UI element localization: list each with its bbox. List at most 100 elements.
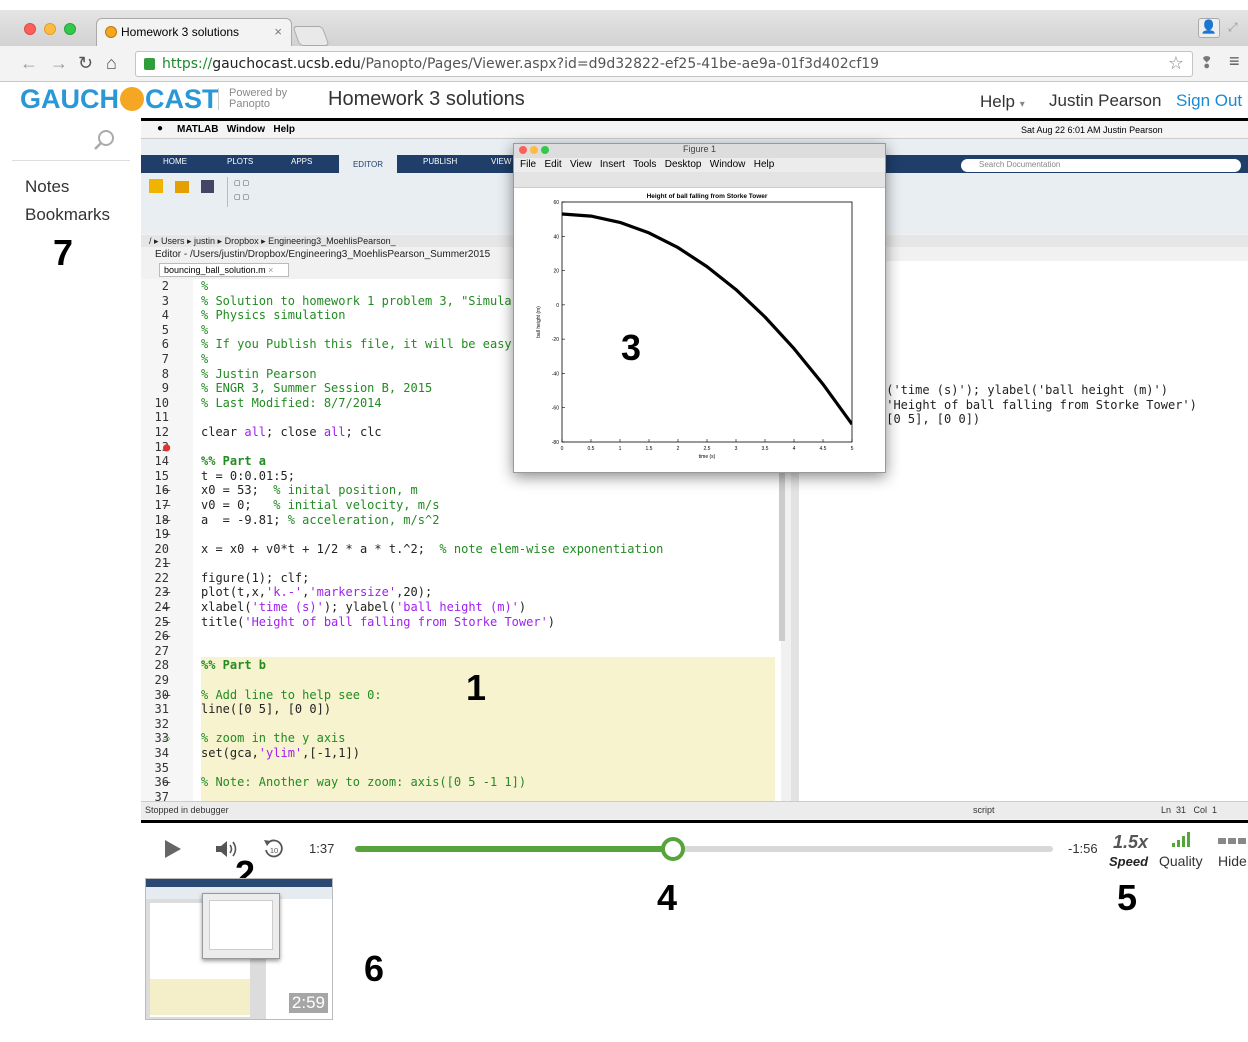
thumbnail-duration: 2:59 (288, 993, 328, 1013)
url-path: /Panopto/Pages/Viewer.aspx?id=d9d32822-e… (360, 56, 880, 72)
editor-path: Editor - /Users/justin/Dropbox/Engineeri… (155, 249, 491, 260)
callout-5: 5 (1117, 877, 1138, 918)
x-tick-label: 2.5 (704, 446, 711, 452)
editor-file-tab[interactable]: bouncing_ball_solution.m × (159, 263, 289, 277)
figure-menu-insert[interactable]: Insert (600, 159, 625, 170)
callout-3: 3 (621, 327, 642, 368)
y-tick-label: -40 (552, 371, 559, 377)
line-markers: ● – – – – – – – – – – ⇨ – (163, 439, 171, 790)
notes-tab[interactable]: Notes (25, 177, 69, 197)
zoom-window-button[interactable] (64, 23, 76, 35)
bookmarks-tab[interactable]: Bookmarks (25, 205, 110, 225)
progress-knob[interactable] (660, 837, 685, 861)
panopto-favicon-icon (105, 26, 117, 38)
profile-icon[interactable]: 👤 (1198, 18, 1220, 38)
x-tick-label: 4 (793, 446, 796, 452)
url-host: gauchocast.ucsb.edu (212, 56, 361, 72)
callout-6: 6 (364, 948, 385, 989)
play-icon[interactable] (163, 838, 183, 860)
bookmark-star-icon[interactable]: ☆ (1168, 53, 1184, 74)
y-tick-label: -60 (552, 406, 559, 412)
close-window-button[interactable] (24, 23, 36, 35)
stream-thumbnail[interactable]: 2:59 (145, 878, 333, 1020)
tab-close-icon[interactable]: × (274, 24, 282, 39)
progress-fill (355, 846, 673, 852)
ball-height-chart: Height of ball falling from Storke Tower… (536, 193, 854, 460)
x-tick-label: 0.5 (588, 446, 595, 452)
help-menu[interactable]: Help ▾ (980, 92, 1025, 112)
y-tick-label: 40 (553, 234, 559, 240)
hide-thumbnails-icon[interactable] (1218, 838, 1248, 846)
browser-tab-bar: Homework 3 solutions × 👤 ⤢ (0, 10, 1248, 46)
search-icon[interactable] (93, 129, 115, 151)
x-tick-label: 5 (851, 446, 854, 452)
gauchocast-logo[interactable]: GAUCH CAST (20, 84, 219, 115)
user-name: Justin Pearson (1049, 91, 1162, 110)
ribbon-tab-home[interactable]: HOME (163, 157, 187, 166)
ribbon-tab-publish[interactable]: PUBLISH (423, 157, 457, 166)
figure-menu-file[interactable]: File (520, 159, 536, 170)
x-tick-label: 3 (735, 446, 738, 452)
ribbon-tab-plots[interactable]: PLOTS (227, 157, 253, 166)
figure-menu-view[interactable]: View (570, 159, 592, 170)
forward-icon[interactable]: → (50, 53, 68, 74)
apple-icon: ● (157, 123, 164, 134)
quality-button[interactable]: Quality (1159, 853, 1203, 869)
quality-signal-icon[interactable] (1172, 832, 1192, 848)
address-bar[interactable]: https://gauchocast.ucsb.edu/Panopto/Page… (135, 51, 1193, 77)
figure-window[interactable]: Figure 1 File Edit View Insert Tools Des… (513, 143, 886, 473)
mac-menubar: ● MATLAB Window Help Sat Aug 22 6:01 AM … (141, 121, 1248, 139)
y-axis-label: ball height (m) (536, 306, 542, 338)
sign-out-link[interactable]: Sign Out (1176, 91, 1242, 111)
x-tick-label: 0 (561, 446, 564, 452)
sidebar-divider (12, 160, 130, 161)
documentation-search[interactable]: Search Documentation (961, 159, 1241, 172)
figure-menu-tools[interactable]: Tools (633, 159, 656, 170)
ribbon-tab-apps[interactable]: APPS (291, 157, 312, 166)
x-tick-label: 2 (677, 446, 680, 452)
video-frame[interactable]: ● MATLAB Window Help Sat Aug 22 6:01 AM … (141, 118, 1248, 823)
figure-plot-area: Height of ball falling from Storke Tower… (514, 188, 885, 472)
browser-tab[interactable]: Homework 3 solutions × (96, 18, 292, 46)
ribbon-tab-view[interactable]: VIEW (491, 157, 511, 166)
lock-icon (144, 58, 155, 70)
x-tick-label: 4.5 (820, 446, 827, 452)
callout-1: 1 (466, 667, 487, 708)
back-icon[interactable]: ← (20, 53, 38, 74)
figure-toolbar[interactable] (514, 172, 885, 188)
y-tick-label: -20 (552, 337, 559, 343)
figure-menu-edit[interactable]: Edit (544, 159, 561, 170)
x-tick-label: 3.5 (762, 446, 769, 452)
figure-menu-desktop[interactable]: Desktop (665, 159, 702, 170)
y-tick-label: -80 (552, 440, 559, 446)
fullscreen-icon[interactable]: ⤢ (1228, 20, 1238, 35)
browser-toolbar: ← → ↻ ⌂ https://gauchocast.ucsb.edu/Pano… (0, 46, 1248, 82)
x-tick-label: 1.5 (646, 446, 653, 452)
figure-menu-help[interactable]: Help (754, 159, 775, 170)
reload-icon[interactable]: ↻ (78, 53, 93, 74)
mac-clock: Sat Aug 22 6:01 AM Justin Pearson (1021, 125, 1163, 135)
plot-axes-box (561, 201, 853, 443)
menu-icon[interactable]: ≡ (1229, 51, 1240, 72)
speed-value[interactable]: 1.5x (1113, 832, 1148, 853)
figure-title-bar: Figure 1 (514, 144, 885, 158)
elapsed-time: 1:37 (309, 841, 335, 856)
new-tab-button[interactable] (292, 26, 330, 46)
home-icon[interactable]: ⌂ (106, 53, 117, 74)
session-title: Homework 3 solutions (328, 88, 525, 110)
ribbon-file-buttons[interactable]: ▢ ▢ ▢ ▢ (149, 177, 369, 219)
rewind-10-icon[interactable]: 10 (262, 837, 286, 861)
svg-text:10: 10 (270, 846, 278, 855)
figure-menu: File Edit View Insert Tools Desktop Wind… (514, 158, 885, 172)
y-tick-label: 0 (556, 303, 559, 309)
matlab-status-bar: Stopped in debugger script Ln 31 Col 1 (141, 801, 1248, 819)
hide-button[interactable]: Hide (1218, 853, 1247, 869)
ribbon-tab-editor[interactable]: EDITOR (339, 155, 397, 173)
remaining-time: -1:56 (1068, 841, 1098, 856)
minimize-window-button[interactable] (44, 23, 56, 35)
figure-menu-window[interactable]: Window (710, 159, 746, 170)
speed-label[interactable]: Speed (1109, 854, 1148, 869)
command-window-text: l('time (s)'); ylabel('ball height (m)')… (879, 383, 1197, 427)
extension-icon[interactable]: ❢ (1200, 53, 1213, 73)
x-axis-label: time (s) (699, 454, 716, 460)
